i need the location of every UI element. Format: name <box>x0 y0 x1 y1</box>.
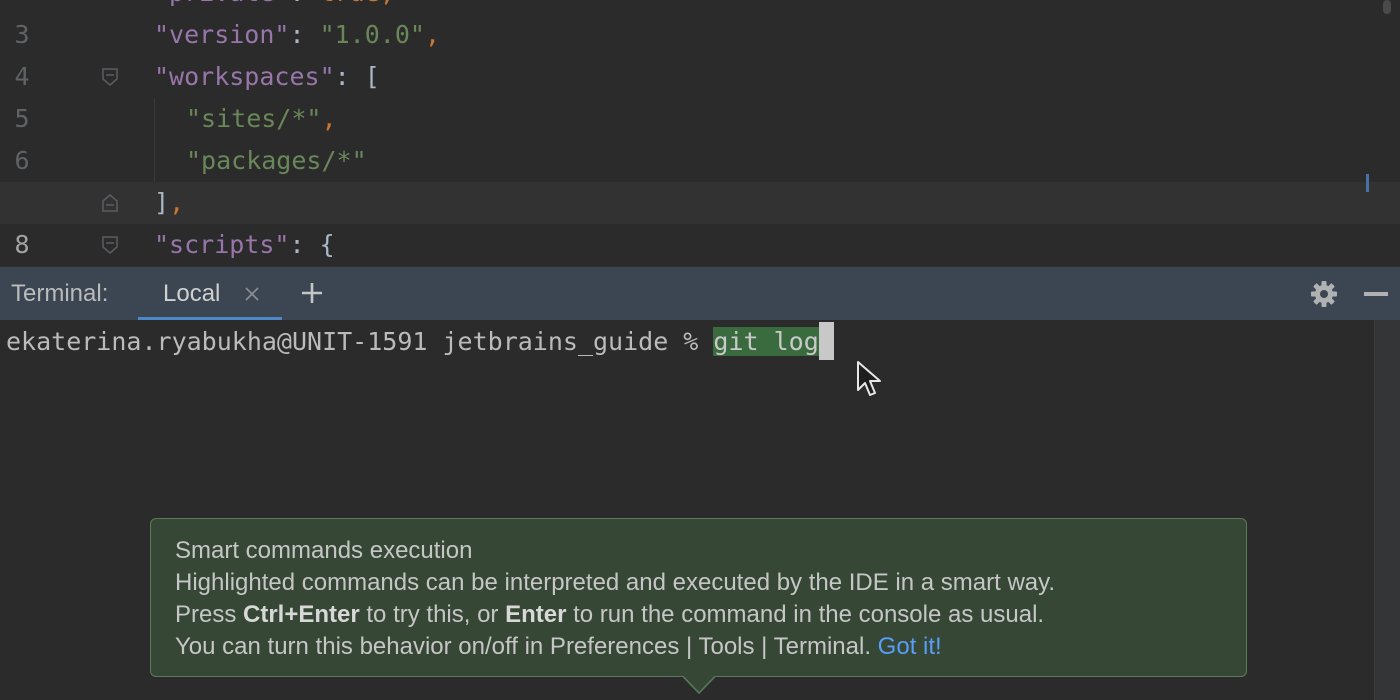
json-bracket: [ <box>364 62 380 91</box>
json-comma: , <box>424 20 440 49</box>
json-key: "workspaces" <box>154 62 335 91</box>
tooltip-line: You can turn this behavior on/off in Pre… <box>175 631 1246 663</box>
code-text: "sites/*", <box>186 98 337 140</box>
shell-prompt: ekaterina.ryabukha@UNIT-1591 jetbrains_g… <box>6 327 714 356</box>
terminal-scrollbar[interactable] <box>1374 320 1400 700</box>
indent-guide <box>154 98 155 182</box>
json-bracket: ] <box>154 188 170 217</box>
tab-label: Local <box>163 280 221 307</box>
tooltip-title: Smart commands execution <box>175 537 473 564</box>
code-line: 4 "version": "1.0.0", <box>0 14 1400 91</box>
editor-scrollbar-thumb[interactable] <box>1383 0 1391 14</box>
json-bracket: { <box>319 230 335 259</box>
json-value: "packages/*" <box>186 146 367 175</box>
highlighted-command[interactable]: git log <box>713 327 819 356</box>
plus-icon[interactable] <box>300 281 324 305</box>
code-text: "scripts": { <box>154 224 335 266</box>
terminal-tool-window-header: Terminal: Local <box>0 266 1400 321</box>
code-text: "version": "1.0.0", <box>154 14 440 56</box>
json-key: "scripts" <box>154 230 290 259</box>
json-key: "private" <box>154 0 289 7</box>
code-text: "workspaces": [ <box>154 56 380 98</box>
code-line: 9 "scripts": { <box>0 224 1400 266</box>
code-editor[interactable]: 3 "private": true, 4 "version": "1.0.0",… <box>0 0 1400 266</box>
smart-commands-tooltip: Smart commands execution Highlighted com… <box>150 518 1247 677</box>
gear-icon[interactable] <box>1310 280 1338 308</box>
text-cursor <box>818 322 834 360</box>
tooltip-text: Press <box>175 601 244 628</box>
tab-local[interactable]: Local <box>138 267 282 321</box>
minimize-icon[interactable] <box>1364 292 1388 296</box>
tooltip-text: to try this, or <box>359 601 506 628</box>
json-key: "version" <box>154 20 290 49</box>
json-comma: , <box>380 0 395 7</box>
json-separator: : <box>289 20 320 49</box>
current-code-line: 8 ], <box>0 182 1400 259</box>
json-value: "1.0.0" <box>319 20 425 49</box>
scrollbar-marker[interactable] <box>1366 174 1369 192</box>
terminal-prompt-line: ekaterina.ryabukha@UNIT-1591 jetbrains_g… <box>6 322 834 362</box>
tooltip-text: to run the command in the console as usu… <box>566 601 1045 628</box>
fold-marker-icon[interactable] <box>101 235 119 255</box>
close-icon[interactable] <box>242 284 262 304</box>
got-it-link[interactable]: Got it! <box>878 633 942 660</box>
code-line: 3 "private": true, <box>0 0 1400 49</box>
json-comma: , <box>321 104 337 133</box>
mouse-pointer-icon <box>857 361 881 396</box>
fold-marker-icon[interactable] <box>101 67 119 87</box>
code-text: ], <box>154 182 184 224</box>
tooltip-line: Highlighted commands can be interpreted … <box>175 569 1056 596</box>
code-line: 7 "packages/*" <box>0 140 1400 217</box>
json-separator: : <box>334 62 365 91</box>
json-value: "sites/*" <box>186 104 322 133</box>
json-separator: : <box>289 230 320 259</box>
code-text: "packages/*" <box>186 140 367 182</box>
code-line: 6 "sites/*", <box>0 98 1400 175</box>
tooltip-line: Press Ctrl+Enter to try this, or Enter t… <box>175 599 1246 631</box>
shortcut-enter: Enter <box>505 601 567 628</box>
tooltip-text: You can turn this behavior on/off in Pre… <box>175 633 871 660</box>
shortcut-ctrl-enter: Ctrl+Enter <box>243 601 360 628</box>
code-text: "private": true, <box>154 0 395 14</box>
json-value: true <box>320 0 380 7</box>
tooltip-pointer <box>683 676 715 695</box>
terminal-title: Terminal: <box>11 280 109 307</box>
json-separator: : <box>289 0 319 7</box>
json-comma: , <box>169 188 185 217</box>
code-line: 5 "workspaces": [ <box>0 56 1400 133</box>
fold-end-marker-icon[interactable] <box>101 193 119 213</box>
